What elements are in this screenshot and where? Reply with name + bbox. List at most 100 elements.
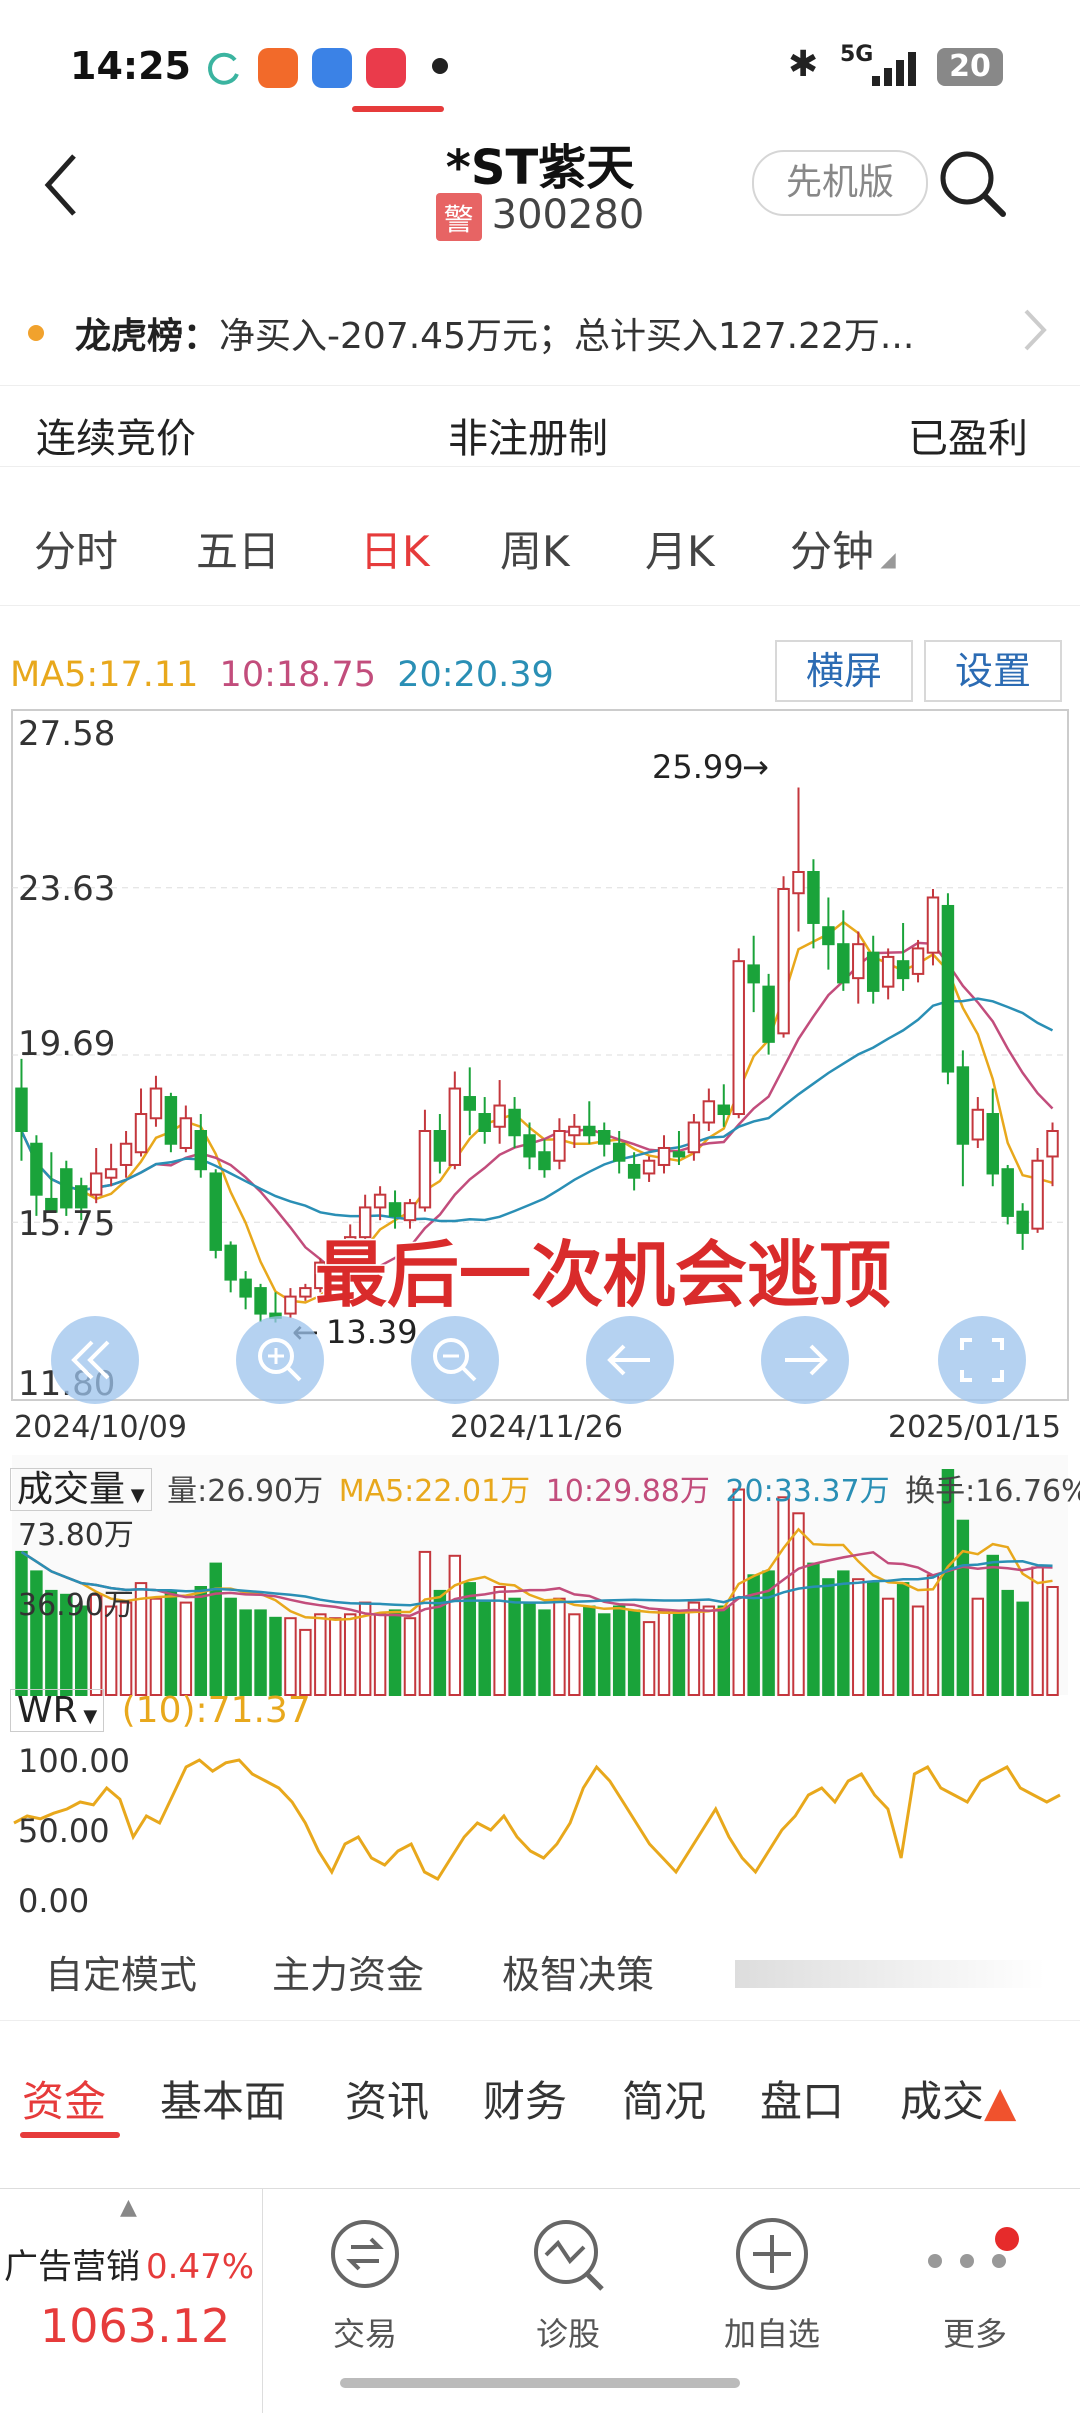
candle-body [89,1172,103,1196]
mode-custom[interactable]: 自定模式 [45,1944,197,1999]
candle-body [418,1130,432,1209]
candle-body [926,896,940,954]
candle-body [956,1066,970,1145]
wr-polyline [13,1758,1061,1881]
landscape-button[interactable]: 横屏 [775,640,913,702]
ma-legend: MA5:17.11 10:18.75 20:20.39 [10,655,554,695]
nav-add-label: 加自选 [723,2315,820,2353]
candle-body [777,887,790,1035]
wr-line [13,1758,1061,1881]
volume-bar [702,1605,716,1696]
volume-axis-mid: 36.90万 [18,1588,134,1623]
home-indicator [340,2378,740,2388]
tab-finance[interactable]: 财务 [483,2068,567,2129]
candle-body [568,1125,581,1137]
settings-button[interactable]: 设置 [924,640,1062,702]
candle-body [523,1134,536,1158]
candle-body [1046,1130,1059,1158]
longhubang-text: 净买入-207.45万元；总计买入127.22万... [219,316,915,357]
zoom-out-icon[interactable] [411,1316,499,1404]
volume-bar [717,1605,731,1696]
volume-bar [284,1617,297,1697]
divider [0,605,1080,606]
volume-bar [239,1609,252,1697]
tab-intraday[interactable]: 分时 [34,518,118,579]
nav-trade[interactable]: 交易 [285,2209,445,2355]
volume-bar [866,1582,880,1696]
tab-weekly-k[interactable]: 周K [500,518,570,579]
nav-add-watchlist[interactable]: 加自选 [692,2209,852,2355]
volume-bar [583,1605,596,1696]
volume-bar [732,1488,745,1696]
tab-funds[interactable]: 资金 [22,2068,106,2129]
volume-dropdown[interactable]: 成交量 ▼ [10,1468,152,1511]
volume-bar [837,1570,850,1697]
price-label: 27.58 [18,714,115,754]
volume-bar [1031,1566,1044,1696]
candle-body [403,1202,417,1222]
volume-bar [388,1609,402,1697]
date-axis: 2024/10/09 2024/11/26 2025/01/15 [14,1410,1061,1445]
kline-chart[interactable]: 27.58 23.63 19.69 15.75 11.80 25.99 → ← … [0,700,1080,1930]
candle-body [941,904,955,1073]
candle-body [284,1295,297,1315]
candle-body [657,1146,671,1166]
volume-bar [523,1601,536,1696]
sector-card[interactable]: ▲ 广告营销 0.47% 1063.12 [0,2189,263,2413]
arrow-left-icon[interactable] [586,1316,674,1404]
tab-daily-k[interactable]: 日K [360,518,430,579]
mode-fade [735,1960,1045,1988]
chevron-right-icon[interactable] [1020,305,1050,367]
price-label: 23.63 [18,869,115,909]
tab-orderbook[interactable]: 盘口 [760,2068,844,2129]
dropdown-triangle-icon: ◢ [874,547,896,571]
tab-five-day[interactable]: 五日 [196,518,280,579]
tab-news[interactable]: 资讯 [345,2068,429,2129]
volume-bar [568,1613,581,1696]
volume-legend: 成交量 ▼ 量:26.90万 MA5:22.01万 10:29.88万 20:3… [10,1460,1080,1512]
candle-body [672,1151,686,1158]
candle-body [299,1287,312,1298]
volume-bar [627,1609,641,1697]
zoom-in-icon[interactable] [236,1316,324,1404]
candle-body [553,1130,566,1162]
mode-tabs: 自定模式 主力资金 极智决策 [0,1930,1080,2010]
tab-profile[interactable]: 简况 [622,2068,706,2129]
candle-body [209,1172,222,1251]
mode-smart-decision[interactable]: 极智决策 [502,1944,654,1999]
wr-dropdown[interactable]: WR ▼ [10,1689,105,1732]
version-button[interactable]: 先机版 [752,150,928,216]
volume-bar [822,1578,835,1697]
notification-dot-icon [432,58,448,74]
volume-bar [911,1605,925,1696]
candle-body [642,1159,656,1175]
candle-body [478,1113,491,1133]
mode-main-funds[interactable]: 主力资金 [272,1944,424,1999]
longhubang-row[interactable]: 龙虎榜：净买入-207.45万元；总计买入127.22万... [0,285,1080,385]
tab-minute[interactable]: 分钟 ◢ [790,518,896,579]
candle-body [448,1087,462,1166]
dropdown-icon: ▼ [125,1485,145,1506]
arrow-right-icon[interactable] [761,1316,849,1404]
tab-fundamentals[interactable]: 基本面 [160,2068,286,2129]
fullscreen-icon[interactable] [938,1316,1026,1404]
search-icon[interactable] [935,146,1009,224]
candle-body [1016,1210,1029,1234]
volume-bar [1016,1601,1029,1696]
tab-monthly-k[interactable]: 月K [645,518,715,579]
volume-axis-top: 73.80万 [18,1518,134,1553]
tab-trades[interactable]: 成交▲ [900,2068,1016,2129]
nav-more-label: 更多 [942,2315,1007,2353]
stock-code: 300280 [491,192,645,238]
volume-bar [299,1628,312,1697]
volume-bar [448,1554,462,1696]
jump-start-icon[interactable] [51,1316,139,1404]
caret-up-icon: ▲ [120,2195,137,2220]
nav-trade-label: 交易 [332,2315,397,2353]
nav-more[interactable]: 更多 [895,2209,1055,2355]
candle-body [881,955,895,988]
nav-diagnose[interactable]: 诊股 [488,2209,648,2355]
candle-body [164,1096,178,1145]
volume-bar [807,1562,820,1696]
volume-ma5: MA5:22.01万 [338,1474,531,1509]
